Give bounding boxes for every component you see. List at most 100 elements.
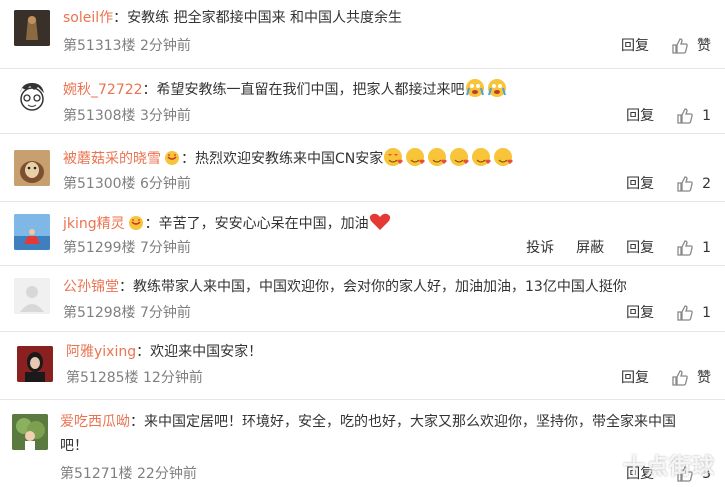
floor-number: 第51308楼 — [63, 108, 136, 124]
timestamp: 7分钟前 — [140, 240, 191, 256]
username[interactable]: soleil作 — [63, 10, 113, 26]
comment-meta: 第51299楼 7分钟前 — [63, 238, 191, 258]
comment-actions: 回复 赞 — [599, 368, 711, 388]
timestamp: 3分钟前 — [140, 108, 191, 124]
reply-button[interactable]: 回复 — [626, 303, 654, 323]
floor-number: 第51298楼 — [63, 305, 136, 321]
heart-icon — [369, 212, 391, 238]
like-button[interactable]: 1 — [676, 106, 711, 126]
avatar[interactable] — [14, 214, 50, 250]
like-button[interactable]: 赞 — [671, 368, 711, 388]
comment-actions: 回复 2 — [604, 174, 711, 194]
like-button[interactable]: 1 — [676, 303, 711, 323]
heart-eyes-emoji-icon — [405, 147, 427, 173]
comment-body: 来中国定居吧！环境好，安全，吃的也好，大家又那么欢迎你，坚持你，带全家来中国吧！ — [60, 414, 676, 454]
floor-number: 第51285楼 — [66, 370, 139, 386]
comment-text: 公孙锦堂：教练带家人来中国，中国欢迎你，会对你的家人好，加油加油，13亿中国人挺… — [63, 279, 627, 295]
comment-body: 安教练 把全家都接中国来 和中国人共度余生 — [127, 10, 403, 26]
timestamp: 6分钟前 — [140, 176, 191, 192]
comment-meta: 第51271楼 22分钟前 — [60, 464, 197, 484]
reply-button[interactable]: 回复 — [626, 174, 654, 194]
avatar[interactable] — [17, 346, 53, 382]
comment-meta: 第51300楼 6分钟前 — [63, 174, 191, 194]
thumbs-up-icon — [677, 240, 693, 256]
watermark: 十点街球 — [622, 455, 715, 480]
heart-eyes-emoji-icon — [449, 147, 471, 173]
username[interactable]: jking精灵 — [63, 216, 125, 232]
member-badge-icon — [163, 150, 181, 172]
like-count: 赞 — [697, 370, 711, 386]
comment-text: 婉秋_72722：希望安教练一直留在我们中国，把家人都接过来吧 — [63, 78, 509, 104]
thumbs-up-icon — [672, 370, 688, 386]
avatar[interactable] — [14, 79, 50, 115]
timestamp: 7分钟前 — [140, 305, 191, 321]
crying-emoji-icon — [465, 78, 487, 104]
comment-item: jking精灵 ：辛苦了，安安心心呆在中国，加油 第51299楼 7分钟前 投诉 … — [0, 202, 725, 265]
avatar[interactable] — [14, 10, 50, 46]
floor-number: 第51299楼 — [63, 240, 136, 256]
comment-actions: 回复 1 — [604, 106, 711, 126]
comment-item: 被蘑菇采的晓雪 ：热烈欢迎安教练来中国CN安家 第51300楼 6分钟前 回复 2 — [0, 134, 725, 201]
username[interactable]: 阿雅yixing — [66, 344, 136, 360]
thumbs-up-icon — [672, 38, 688, 54]
comment-body: 希望安教练一直留在我们中国，把家人都接过来吧 — [156, 82, 465, 98]
reply-button[interactable]: 回复 — [626, 238, 654, 258]
comment-text: jking精灵 ：辛苦了，安安心心呆在中国，加油 — [63, 212, 391, 238]
heart-eyes-emoji-icon — [383, 147, 405, 173]
report-button[interactable]: 投诉 — [526, 238, 554, 258]
like-button[interactable]: 赞 — [671, 36, 711, 56]
username[interactable]: 公孙锦堂 — [63, 279, 119, 295]
username[interactable]: 爱吃西瓜呦 — [60, 414, 130, 430]
reply-button[interactable]: 回复 — [626, 106, 654, 126]
floor-number: 第51300楼 — [63, 176, 136, 192]
like-count: 1 — [702, 305, 711, 321]
reply-button[interactable]: 回复 — [621, 368, 649, 388]
comment-actions: 投诉 屏蔽 回复 1 — [504, 238, 711, 258]
comment-text: 阿雅yixing：欢迎来中国安家！ — [66, 344, 263, 360]
like-count: 赞 — [697, 38, 711, 54]
comment-actions: 回复 1 — [604, 303, 711, 323]
like-count: 1 — [702, 108, 711, 124]
comment-item: 婉秋_72722：希望安教练一直留在我们中国，把家人都接过来吧 第51308楼 … — [0, 69, 725, 133]
block-button[interactable]: 屏蔽 — [576, 238, 604, 258]
heart-eyes-emoji-icon — [471, 147, 493, 173]
comment-body: 热烈欢迎安教练来中国CN安家 — [195, 151, 384, 167]
comment-item: soleil作：安教练 把全家都接中国来 和中国人共度余生 第51313楼 2分… — [0, 0, 725, 68]
avatar[interactable] — [14, 150, 50, 186]
like-count: 1 — [702, 240, 711, 256]
floor-number: 第51313楼 — [63, 38, 136, 54]
comment-actions: 回复 赞 — [599, 36, 711, 56]
timestamp: 2分钟前 — [140, 38, 191, 54]
comment-text: 被蘑菇采的晓雪 ：热烈欢迎安教练来中国CN安家 — [63, 147, 515, 173]
comment-meta: 第51313楼 2分钟前 — [63, 36, 191, 56]
comment-item: 阿雅yixing：欢迎来中国安家！ 第51285楼 12分钟前 回复 赞 — [0, 332, 725, 399]
timestamp: 12分钟前 — [143, 370, 203, 386]
avatar[interactable] — [12, 414, 48, 450]
avatar[interactable] — [14, 278, 50, 314]
username[interactable]: 婉秋_72722 — [63, 82, 143, 98]
heart-eyes-emoji-icon — [427, 147, 449, 173]
comment-meta: 第51308楼 3分钟前 — [63, 106, 191, 126]
comment-text: 爱吃西瓜呦：来中国定居吧！环境好，安全，吃的也好，大家又那么欢迎你，坚持你，带全… — [60, 414, 676, 454]
comment-item: 公孙锦堂：教练带家人来中国，中国欢迎你，会对你的家人好，加油加油，13亿中国人挺… — [0, 266, 725, 331]
comment-meta: 第51285楼 12分钟前 — [66, 368, 203, 388]
timestamp: 22分钟前 — [137, 466, 197, 482]
like-button[interactable]: 2 — [676, 174, 711, 194]
comment-text: soleil作：安教练 把全家都接中国来 和中国人共度余生 — [63, 10, 403, 26]
comment-body: 教练带家人来中国，中国欢迎你，会对你的家人好，加油加油，13亿中国人挺你 — [133, 279, 627, 295]
crying-emoji-icon — [487, 78, 509, 104]
comment-body: 欢迎来中国安家！ — [150, 344, 263, 360]
member-badge-icon — [127, 215, 145, 237]
username[interactable]: 被蘑菇采的晓雪 — [63, 151, 161, 167]
comment-meta: 第51298楼 7分钟前 — [63, 303, 191, 323]
floor-number: 第51271楼 — [60, 466, 133, 482]
comment-item: 爱吃西瓜呦：来中国定居吧！环境好，安全，吃的也好，大家又那么欢迎你，坚持你，带全… — [0, 400, 725, 487]
like-count: 2 — [702, 176, 711, 192]
heart-eyes-emoji-icon — [493, 147, 515, 173]
like-button[interactable]: 1 — [676, 238, 711, 258]
comment-body: 辛苦了，安安心心呆在中国，加油 — [158, 216, 369, 232]
thumbs-up-icon — [677, 305, 693, 321]
reply-button[interactable]: 回复 — [621, 36, 649, 56]
thumbs-up-icon — [677, 108, 693, 124]
thumbs-up-icon — [677, 176, 693, 192]
